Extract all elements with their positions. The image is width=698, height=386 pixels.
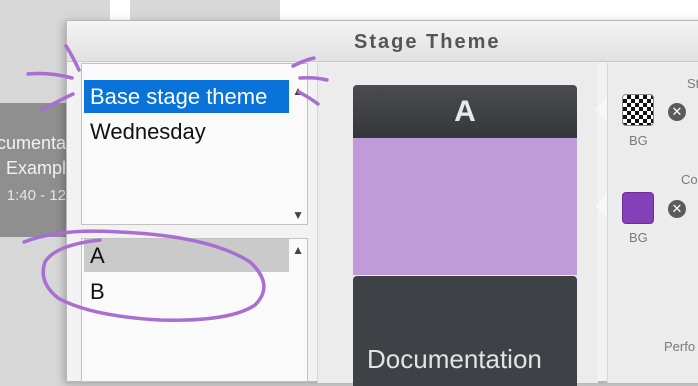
- slide-preview-body[interactable]: [353, 138, 577, 275]
- slide-footer-text: Documentation: [367, 344, 542, 374]
- slide-list-item-a[interactable]: A: [84, 239, 289, 272]
- close-circle-icon[interactable]: ✕: [668, 200, 686, 218]
- theme-list-item-base[interactable]: Base stage theme: [84, 80, 289, 113]
- theme-list[interactable]: Base stage theme Wednesday ▲ ▼: [81, 63, 308, 225]
- style-group-label: St: [687, 76, 698, 91]
- scroll-up-icon[interactable]: ▲: [292, 243, 304, 257]
- background-window-edge: [110, 0, 130, 20]
- slide-preview-footer[interactable]: Documentation: [353, 276, 577, 386]
- dialog-title: Stage Theme: [354, 31, 501, 53]
- dialog-titlebar[interactable]: Stage Theme: [67, 21, 698, 62]
- performance-group-label: Perfo: [664, 339, 696, 354]
- slide-list[interactable]: A B ▲: [81, 238, 308, 382]
- slide-preview-header[interactable]: A: [353, 85, 577, 138]
- event-time-fragment: 1:40 - 12: [6, 187, 66, 204]
- bg-label: BG: [629, 230, 648, 245]
- theme-list-item-wednesday[interactable]: Wednesday: [84, 115, 289, 148]
- scroll-down-icon[interactable]: ▼: [292, 208, 304, 222]
- close-circle-icon[interactable]: ✕: [668, 103, 686, 121]
- color-group-label: Co: [681, 172, 698, 187]
- background-window-edge: [280, 0, 698, 20]
- event-subtitle-fragment: Exampl: [5, 158, 66, 178]
- bg-label: BG: [629, 133, 648, 148]
- background-swatch-checkerboard[interactable]: [622, 94, 654, 126]
- scroll-up-icon[interactable]: ▲: [292, 84, 304, 98]
- callout-pointer: [595, 97, 607, 121]
- slide-list-item-b[interactable]: B: [84, 275, 289, 308]
- event-title-fragment: ocumenta: [0, 133, 66, 153]
- stage-theme-dialog: Stage Theme Base stage theme Wednesday ▲…: [66, 20, 698, 386]
- background-event-card: ocumenta Exampl 1:40 - 12: [0, 103, 66, 237]
- background-swatch-purple[interactable]: [622, 192, 654, 224]
- callout-pointer: [595, 194, 607, 218]
